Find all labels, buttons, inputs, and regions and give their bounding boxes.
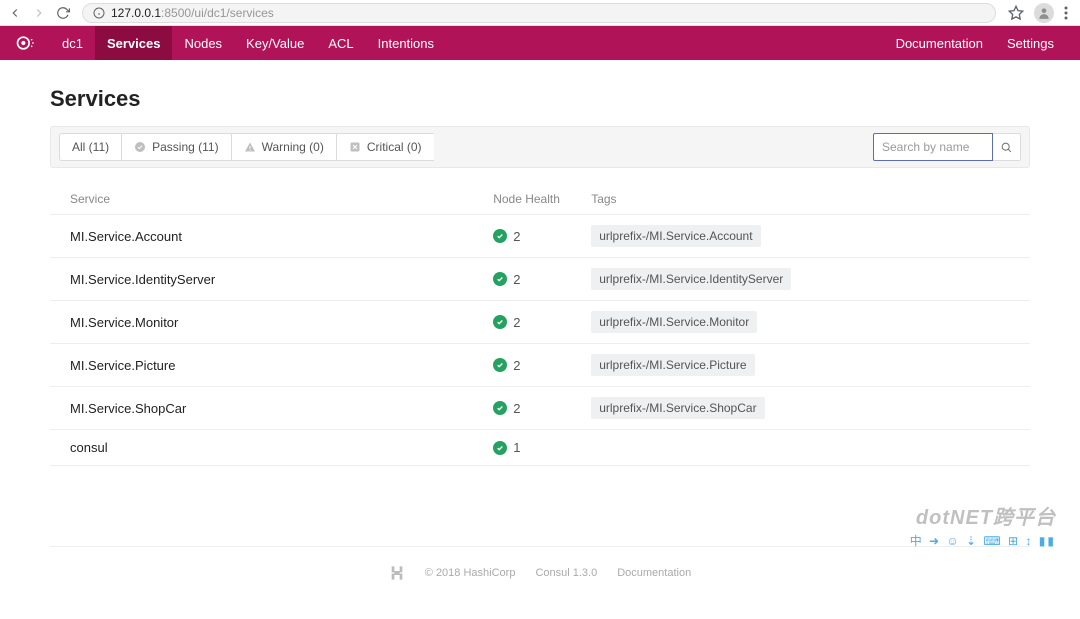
node-health: 2 <box>481 344 579 387</box>
service-tags: urlprefix-/MI.Service.ShopCar <box>579 387 1030 430</box>
browser-chrome: 127.0.0.1:8500/ui/dc1/services <box>0 0 1080 26</box>
star-icon[interactable] <box>1008 5 1024 21</box>
passing-icon <box>493 229 507 243</box>
service-tags: urlprefix-/MI.Service.IdentityServer <box>579 258 1030 301</box>
service-tags <box>579 430 1030 466</box>
reload-icon[interactable] <box>54 4 72 22</box>
back-icon[interactable] <box>6 4 24 22</box>
footer-copyright: © 2018 HashiCorp <box>425 567 516 579</box>
url-host: 127.0.0.1 <box>111 6 161 20</box>
nav-nodes[interactable]: Nodes <box>172 26 234 60</box>
datacenter-selector[interactable]: dc1 <box>50 26 95 60</box>
service-tags: urlprefix-/MI.Service.Monitor <box>579 301 1030 344</box>
table-row[interactable]: MI.Service.IdentityServer2 urlprefix-/MI.… <box>50 258 1030 301</box>
passing-icon <box>493 358 507 372</box>
node-health: 1 <box>481 430 579 466</box>
site-info-icon[interactable] <box>93 7 105 19</box>
hashicorp-logo-icon <box>389 565 405 581</box>
table-row[interactable]: consul1 <box>50 430 1030 466</box>
tag: urlprefix-/MI.Service.Monitor <box>591 311 757 333</box>
footer-version: Consul 1.3.0 <box>535 567 597 579</box>
menu-icon[interactable] <box>1064 6 1068 20</box>
nav-key-value[interactable]: Key/Value <box>234 26 316 60</box>
col-tags[interactable]: Tags <box>579 184 1030 215</box>
filter-passing[interactable]: Passing (11) <box>121 133 230 161</box>
critical-icon <box>349 141 361 153</box>
node-health: 2 <box>481 387 579 430</box>
search-button[interactable] <box>993 133 1021 161</box>
consul-logo-icon[interactable] <box>14 32 36 54</box>
footer-documentation[interactable]: Documentation <box>617 567 691 579</box>
filter-critical[interactable]: Critical (0) <box>336 133 434 161</box>
table-row[interactable]: MI.Service.Picture2 urlprefix-/MI.Service… <box>50 344 1030 387</box>
top-nav: dc1 Services Nodes Key/Value ACL Intenti… <box>0 26 1080 60</box>
search-icon <box>1000 141 1013 154</box>
profile-icon[interactable] <box>1034 3 1054 23</box>
col-node-health[interactable]: Node Health <box>481 184 579 215</box>
node-health: 2 <box>481 258 579 301</box>
node-health: 2 <box>481 215 579 258</box>
filter-warning[interactable]: Warning (0) <box>231 133 336 161</box>
service-tags: urlprefix-/MI.Service.Picture <box>579 344 1030 387</box>
check-circle-icon <box>134 141 146 153</box>
service-tags: urlprefix-/MI.Service.Account <box>579 215 1030 258</box>
passing-icon <box>493 441 507 455</box>
forward-icon[interactable] <box>30 4 48 22</box>
nav-acl[interactable]: ACL <box>316 26 365 60</box>
filter-bar: All (11) Passing (11) Warning (0) Critic… <box>50 126 1030 168</box>
tag: urlprefix-/MI.Service.Picture <box>591 354 754 376</box>
service-name[interactable]: MI.Service.Monitor <box>50 301 481 344</box>
footer: © 2018 HashiCorp Consul 1.3.0 Documentat… <box>50 546 1030 599</box>
service-name[interactable]: MI.Service.Picture <box>50 344 481 387</box>
table-row[interactable]: MI.Service.Monitor2 urlprefix-/MI.Service… <box>50 301 1030 344</box>
url-path: :8500/ui/dc1/services <box>161 6 274 20</box>
service-name[interactable]: MI.Service.IdentityServer <box>50 258 481 301</box>
passing-icon <box>493 272 507 286</box>
search-input[interactable] <box>873 133 993 161</box>
table-row[interactable]: MI.Service.ShopCar2 urlprefix-/MI.Service… <box>50 387 1030 430</box>
page-content: Services All (11) Passing (11) Warning (… <box>20 60 1060 619</box>
tag: urlprefix-/MI.Service.IdentityServer <box>591 268 791 290</box>
nav-documentation[interactable]: Documentation <box>884 26 995 60</box>
warning-icon <box>244 141 256 153</box>
passing-icon <box>493 401 507 415</box>
passing-icon <box>493 315 507 329</box>
nav-services[interactable]: Services <box>95 26 173 60</box>
page-title: Services <box>50 86 1030 112</box>
filter-all[interactable]: All (11) <box>59 133 121 161</box>
nav-intentions[interactable]: Intentions <box>366 26 446 60</box>
node-health: 2 <box>481 301 579 344</box>
service-name[interactable]: MI.Service.Account <box>50 215 481 258</box>
table-row[interactable]: MI.Service.Account2 urlprefix-/MI.Service… <box>50 215 1030 258</box>
services-table: Service Node Health Tags MI.Service.Acco… <box>50 184 1030 466</box>
service-name[interactable]: MI.Service.ShopCar <box>50 387 481 430</box>
col-service[interactable]: Service <box>50 184 481 215</box>
nav-settings[interactable]: Settings <box>995 26 1066 60</box>
url-bar[interactable]: 127.0.0.1:8500/ui/dc1/services <box>82 3 996 23</box>
tag: urlprefix-/MI.Service.Account <box>591 225 760 247</box>
tag: urlprefix-/MI.Service.ShopCar <box>591 397 764 419</box>
service-name[interactable]: consul <box>50 430 481 466</box>
